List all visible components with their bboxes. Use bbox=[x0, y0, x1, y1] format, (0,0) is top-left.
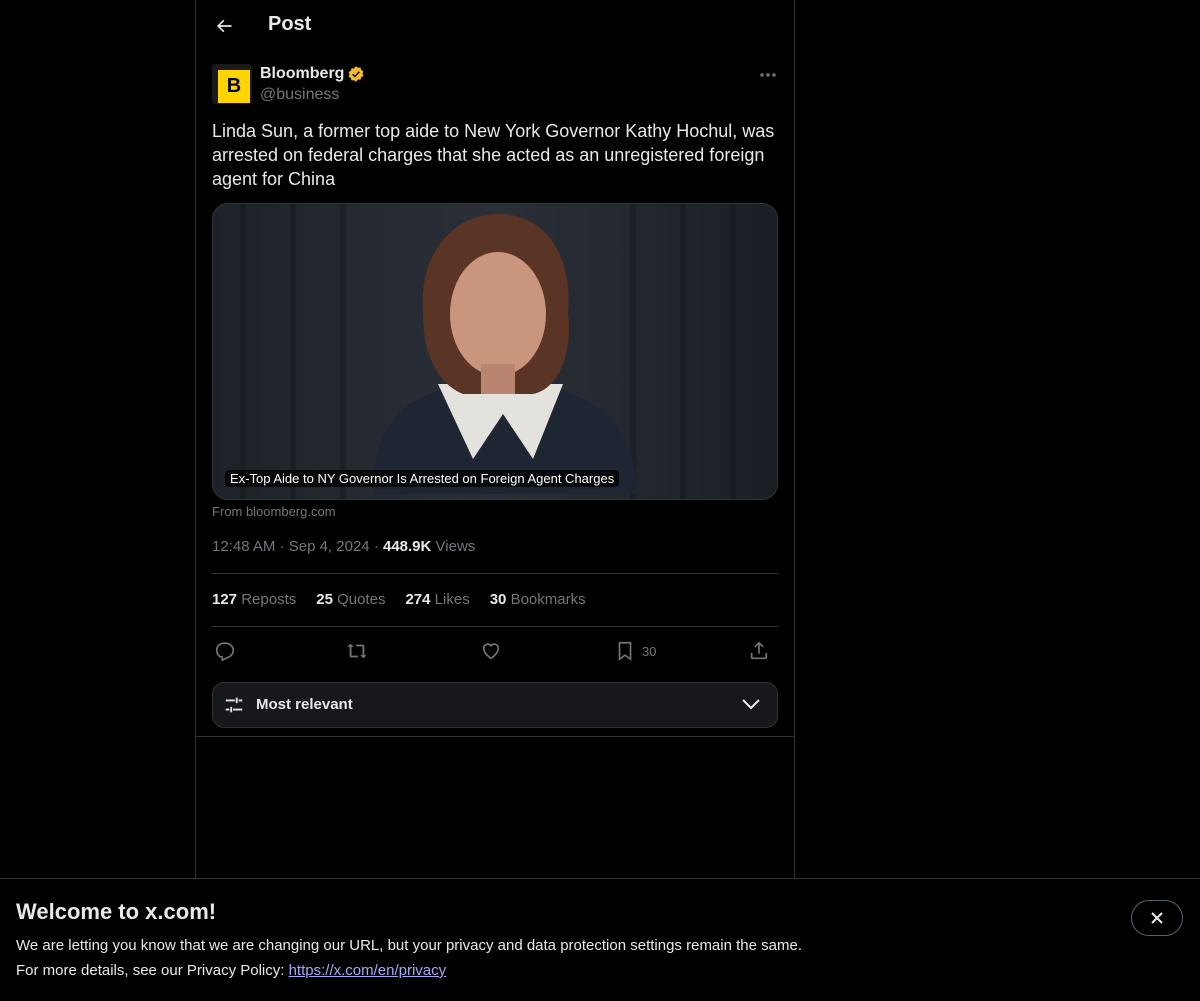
meta-separator: · bbox=[279, 538, 289, 555]
avatar[interactable]: B bbox=[212, 64, 252, 104]
bookmarks-stat: 30 Bookmarks bbox=[490, 591, 586, 608]
media-caption: Ex-Top Aide to NY Governor Is Arrested o… bbox=[225, 470, 620, 487]
url-change-banner: Welcome to x.com! We are letting you kno… bbox=[0, 878, 1200, 1001]
likes-count: 274 bbox=[405, 591, 431, 608]
divider bbox=[212, 626, 778, 627]
arrow-left-icon bbox=[217, 19, 232, 33]
heart-icon bbox=[482, 643, 500, 660]
post-text: Linda Sun, a former top aide to New York… bbox=[212, 121, 775, 189]
post-date[interactable]: Sep 4, 2024 bbox=[289, 538, 370, 555]
portrait-image bbox=[213, 204, 777, 499]
bookmarks-count: 30 bbox=[489, 591, 507, 608]
avatar-letter: B bbox=[218, 70, 250, 103]
like-button[interactable] bbox=[480, 638, 502, 664]
author-name-row[interactable]: Bloomberg bbox=[260, 65, 365, 83]
back-button[interactable] bbox=[206, 8, 242, 44]
sliders-icon bbox=[225, 697, 243, 713]
post-header: Post bbox=[196, 0, 794, 53]
quotes-label: Quotes bbox=[337, 591, 386, 608]
reply-sort-dropdown[interactable]: Most relevant bbox=[212, 682, 778, 728]
close-icon bbox=[1151, 912, 1163, 924]
main-column: Post B Bloomberg @business Linda Sun, a … bbox=[195, 0, 795, 878]
views-count: 448.9K bbox=[382, 538, 432, 555]
post-time[interactable]: 12:48 AM bbox=[212, 538, 275, 555]
bookmark-icon bbox=[618, 641, 632, 661]
views-label: Views bbox=[435, 538, 476, 555]
page-title: Post bbox=[268, 13, 312, 35]
link-card-media[interactable]: Ex-Top Aide to NY Governor Is Arrested o… bbox=[212, 203, 778, 500]
link-source[interactable]: From bloomberg.com bbox=[212, 504, 336, 519]
bookmarks-label: Bookmarks bbox=[510, 591, 586, 608]
quotes-stat[interactable]: 25 Quotes bbox=[316, 591, 385, 608]
bookmark-button[interactable]: 30 bbox=[614, 638, 656, 664]
more-horizontal-icon bbox=[760, 73, 776, 77]
quotes-count: 25 bbox=[316, 591, 333, 608]
reposts-stat[interactable]: 127 Reposts bbox=[212, 591, 296, 608]
reposts-count: 127 bbox=[212, 591, 238, 608]
divider bbox=[212, 573, 778, 574]
meta-separator: · bbox=[373, 538, 383, 555]
reply-button[interactable] bbox=[214, 638, 236, 664]
divider bbox=[196, 736, 794, 737]
action-bar: 30 bbox=[212, 638, 778, 664]
author-name[interactable]: Bloomberg bbox=[260, 65, 344, 83]
close-banner-button[interactable] bbox=[1131, 900, 1183, 936]
likes-stat[interactable]: 274 Likes bbox=[405, 591, 469, 608]
likes-label: Likes bbox=[434, 591, 470, 608]
post-meta: 12:48 AM · Sep 4, 2024 · 448.9K Views bbox=[212, 538, 475, 555]
verified-badge-icon bbox=[349, 66, 364, 82]
repost-icon bbox=[347, 643, 367, 659]
more-options-button[interactable] bbox=[754, 64, 782, 86]
bookmark-count: 30 bbox=[642, 643, 657, 659]
banner-message: We are letting you know that we are chan… bbox=[16, 937, 802, 954]
chevron-down-icon bbox=[742, 699, 760, 710]
reply-icon bbox=[215, 642, 235, 662]
share-icon bbox=[750, 641, 768, 660]
repost-button[interactable] bbox=[346, 638, 368, 664]
engagement-stats: 127 Reposts 25 Quotes 274 Likes 30 Bookm… bbox=[212, 591, 586, 608]
banner-privacy-prefix: For more details, see our Privacy Policy… bbox=[16, 962, 289, 979]
sort-label: Most relevant bbox=[256, 696, 353, 713]
reposts-label: Reposts bbox=[241, 591, 297, 608]
share-button[interactable] bbox=[748, 638, 770, 664]
banner-privacy-line: For more details, see our Privacy Policy… bbox=[16, 962, 446, 979]
banner-title: Welcome to x.com! bbox=[16, 899, 217, 924]
author-handle[interactable]: @business bbox=[260, 86, 339, 104]
privacy-policy-link[interactable]: https://x.com/en/privacy bbox=[289, 962, 447, 979]
